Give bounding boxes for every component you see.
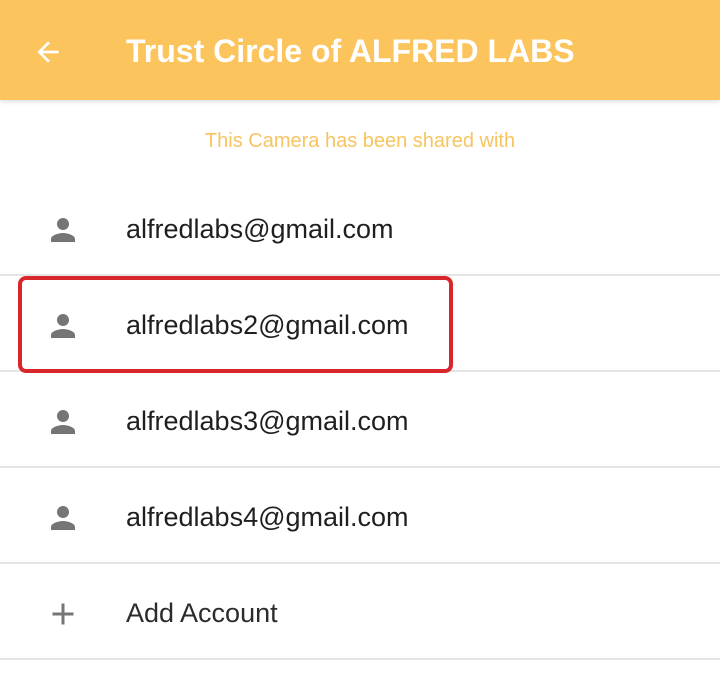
arrow-left-icon	[37, 41, 59, 63]
person-icon	[51, 314, 75, 338]
add-account-button[interactable]: Add Account	[0, 564, 720, 660]
account-email: alfredlabs@gmail.com	[126, 214, 394, 244]
person-icon	[51, 410, 75, 434]
account-row[interactable]: alfredlabs@gmail.com	[0, 180, 720, 276]
trust-circle-list: alfredlabs@gmail.com alfredlabs2@gmail.c…	[0, 180, 720, 660]
account-email: alfredlabs3@gmail.com	[126, 406, 409, 436]
account-row[interactable]: alfredlabs2@gmail.com	[0, 276, 720, 372]
account-email: alfredlabs2@gmail.com	[126, 310, 409, 340]
page-title: Trust Circle of ALFRED LABS	[126, 33, 575, 69]
shared-with-subtitle: This Camera has been shared with	[204, 130, 516, 152]
account-row[interactable]: alfredlabs3@gmail.com	[0, 372, 720, 468]
plus-icon	[52, 603, 74, 625]
person-icon	[51, 506, 75, 530]
account-email: alfredlabs4@gmail.com	[126, 502, 409, 532]
add-account-label: Add Account	[126, 598, 278, 628]
back-button[interactable]	[22, 26, 74, 78]
person-icon	[51, 218, 75, 242]
app-bar: Trust Circle of ALFRED LABS	[0, 0, 720, 100]
account-row[interactable]: alfredlabs4@gmail.com	[0, 468, 720, 564]
